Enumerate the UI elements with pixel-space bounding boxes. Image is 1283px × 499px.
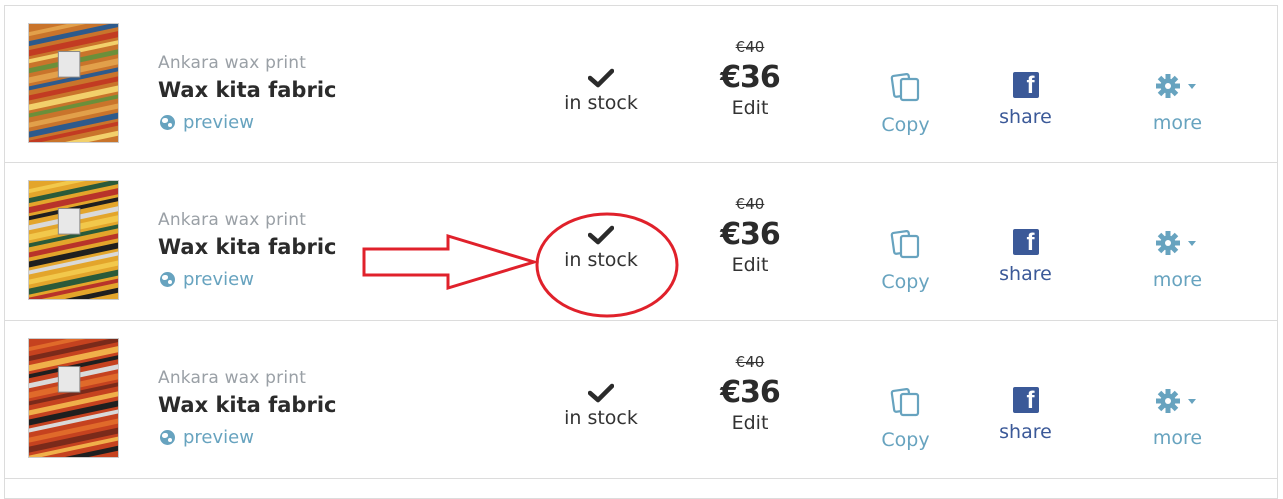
share-button[interactable]: f share	[983, 229, 1068, 285]
product-category: Ankara wax print	[158, 53, 307, 73]
copy-label: Copy	[881, 114, 930, 136]
more-button[interactable]: more	[1135, 72, 1220, 134]
facebook-icon: f	[1012, 229, 1039, 256]
check-icon	[588, 383, 614, 403]
product-thumbnail[interactable]	[28, 180, 119, 300]
product-category: Ankara wax print	[158, 368, 307, 388]
old-price: €40	[735, 195, 765, 213]
gear-icon	[1155, 231, 1196, 255]
copy-button[interactable]: Copy	[863, 387, 948, 451]
stock-status[interactable]: in stock	[536, 68, 666, 114]
edit-price-link[interactable]: Edit	[695, 254, 805, 276]
more-button[interactable]: more	[1135, 387, 1220, 449]
product-row: Ankara wax print Wax kita fabric preview…	[4, 163, 1278, 321]
check-icon	[588, 225, 614, 245]
stock-label: in stock	[564, 407, 638, 429]
current-price: €36	[720, 375, 781, 410]
copy-button[interactable]: Copy	[863, 72, 948, 136]
stock-status[interactable]: in stock	[536, 383, 666, 429]
caret-down-icon	[1187, 241, 1196, 246]
more-button[interactable]: more	[1135, 229, 1220, 291]
copy-label: Copy	[881, 429, 930, 451]
product-row: Ankara wax print Wax kita fabric preview…	[4, 5, 1278, 163]
copy-icon	[890, 73, 919, 102]
preview-label: preview	[183, 269, 254, 290]
share-button[interactable]: f share	[983, 72, 1068, 128]
product-title[interactable]: Wax kita fabric	[158, 235, 336, 259]
check-icon	[588, 68, 614, 88]
fabric-thumbnail-image	[29, 339, 118, 457]
share-label: share	[999, 263, 1052, 285]
product-row-partial	[4, 479, 1278, 499]
product-thumbnail[interactable]	[28, 338, 119, 458]
copy-button[interactable]: Copy	[863, 229, 948, 293]
product-title[interactable]: Wax kita fabric	[158, 78, 336, 102]
copy-icon	[890, 230, 919, 259]
more-label: more	[1152, 427, 1203, 449]
stock-label: in stock	[564, 92, 638, 114]
copy-icon	[890, 388, 919, 417]
preview-label: preview	[183, 427, 254, 448]
share-label: share	[999, 106, 1052, 128]
stock-label: in stock	[564, 249, 638, 271]
facebook-icon: f	[1012, 72, 1039, 99]
old-price: €40	[735, 38, 765, 56]
globe-icon	[160, 115, 175, 130]
facebook-icon: f	[1012, 387, 1039, 414]
preview-link[interactable]: preview	[160, 427, 254, 448]
price-block: €40 €36 Edit	[695, 38, 805, 119]
caret-down-icon	[1187, 399, 1196, 404]
price-block: €40 €36 Edit	[695, 195, 805, 276]
fabric-thumbnail-image	[29, 181, 118, 299]
more-label: more	[1152, 112, 1203, 134]
more-label: more	[1152, 269, 1203, 291]
product-list: Ankara wax print Wax kita fabric preview…	[4, 5, 1278, 499]
price-block: €40 €36 Edit	[695, 353, 805, 434]
preview-link[interactable]: preview	[160, 269, 254, 290]
copy-label: Copy	[881, 271, 930, 293]
preview-label: preview	[183, 112, 254, 133]
share-label: share	[999, 421, 1052, 443]
edit-price-link[interactable]: Edit	[695, 97, 805, 119]
product-category: Ankara wax print	[158, 210, 307, 230]
globe-icon	[160, 272, 175, 287]
globe-icon	[160, 430, 175, 445]
old-price: €40	[735, 353, 765, 371]
current-price: €36	[720, 217, 781, 252]
gear-icon	[1155, 74, 1196, 98]
product-thumbnail[interactable]	[28, 23, 119, 143]
stock-status[interactable]: in stock	[536, 225, 666, 271]
fabric-thumbnail-image	[29, 24, 118, 142]
preview-link[interactable]: preview	[160, 112, 254, 133]
product-title[interactable]: Wax kita fabric	[158, 393, 336, 417]
edit-price-link[interactable]: Edit	[695, 412, 805, 434]
share-button[interactable]: f share	[983, 387, 1068, 443]
product-row: Ankara wax print Wax kita fabric preview…	[4, 321, 1278, 479]
current-price: €36	[720, 60, 781, 95]
caret-down-icon	[1187, 84, 1196, 89]
gear-icon	[1155, 389, 1196, 413]
